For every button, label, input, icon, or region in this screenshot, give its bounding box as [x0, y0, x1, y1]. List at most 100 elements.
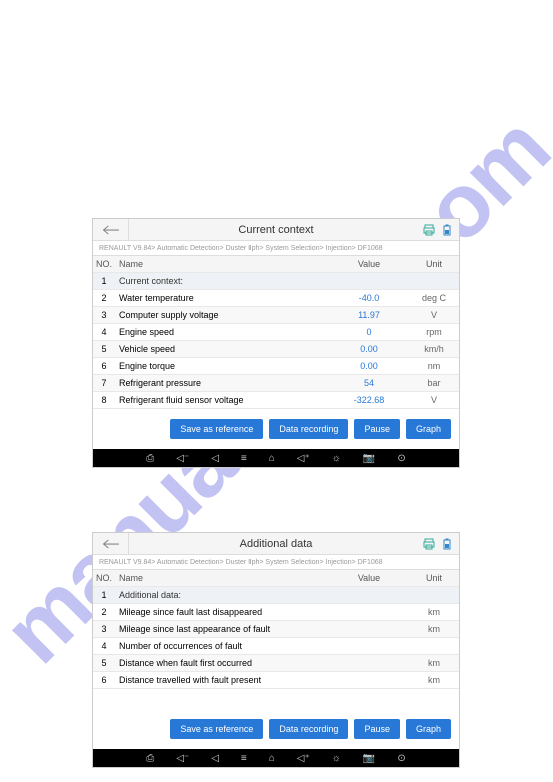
row-name: Distance when fault first occurred [115, 658, 329, 668]
row-no: 4 [93, 641, 115, 651]
header-bar: Additional data [93, 533, 459, 555]
android-navbar: ⎙ ◁⁻ ◁ ≡ ⌂ ◁⁺ ☼ 📷 ⊙ [93, 749, 459, 767]
row-value: 0 [329, 327, 409, 337]
row-name: Engine speed [115, 327, 329, 337]
table-row[interactable]: 5Distance when fault first occurredkm [93, 655, 459, 672]
table-row[interactable]: 2Mileage since fault last disappearedkm [93, 604, 459, 621]
header-icons [423, 538, 453, 550]
volume-down-icon[interactable]: ◁⁻ [176, 753, 189, 764]
record-icon[interactable]: ⊙ [397, 453, 405, 464]
row-name: Distance travelled with fault present [115, 675, 329, 685]
nav-home-icon[interactable]: ⌂ [269, 453, 275, 464]
table-body: 1Current context:2Water temperature-40.0… [93, 273, 459, 409]
row-no: 3 [93, 624, 115, 634]
row-unit: bar [409, 378, 459, 388]
nav-recent-icon[interactable]: ≡ [241, 453, 247, 464]
row-name: Current context: [115, 276, 329, 286]
row-value: 0.00 [329, 344, 409, 354]
row-name: Number of occurrences of fault [115, 641, 329, 651]
back-button[interactable] [93, 533, 129, 555]
page-title: Additional data [93, 538, 459, 550]
back-icon [102, 225, 120, 235]
table-row[interactable]: 7Refrigerant pressure54bar [93, 375, 459, 392]
row-no: 1 [93, 590, 115, 600]
pause-button[interactable]: Pause [354, 419, 400, 439]
page-title: Current context [93, 224, 459, 236]
col-value-header: Value [329, 573, 409, 583]
nav-back-icon[interactable]: ◁ [211, 453, 219, 464]
col-unit-header: Unit [409, 573, 459, 583]
row-unit: km [409, 675, 459, 685]
action-buttons: Save as reference Data recording Pause G… [93, 409, 459, 449]
volume-up-icon[interactable]: ◁⁺ [297, 753, 310, 764]
camera-icon[interactable]: 📷 [363, 753, 375, 764]
col-no-header: NO. [93, 259, 115, 269]
row-no: 2 [93, 293, 115, 303]
screenshot-icon[interactable]: ⎙ [146, 453, 154, 464]
row-name: Mileage since fault last disappeared [115, 607, 329, 617]
action-buttons: Save as reference Data recording Pause G… [93, 709, 459, 749]
col-name-header: Name [115, 259, 329, 269]
table-row[interactable]: 3Computer supply voltage11.97V [93, 307, 459, 324]
nav-recent-icon[interactable]: ≡ [241, 753, 247, 764]
row-no: 3 [93, 310, 115, 320]
current-context-screen: Current context RENAULT V9.84> Automatic… [92, 218, 460, 468]
table-header: NO. Name Value Unit [93, 256, 459, 273]
col-name-header: Name [115, 573, 329, 583]
screenshot-icon[interactable]: ⎙ [146, 753, 154, 764]
row-unit: rpm [409, 327, 459, 337]
pause-button[interactable]: Pause [354, 719, 400, 739]
data-recording-button[interactable]: Data recording [269, 719, 348, 739]
save-reference-button[interactable]: Save as reference [170, 719, 263, 739]
col-no-header: NO. [93, 573, 115, 583]
row-value: -322.68 [329, 395, 409, 405]
row-value: 0.00 [329, 361, 409, 371]
row-name: Vehicle speed [115, 344, 329, 354]
table-body: 1Additional data:2Mileage since fault la… [93, 587, 459, 709]
row-no: 6 [93, 675, 115, 685]
volume-down-icon[interactable]: ◁⁻ [176, 453, 189, 464]
nav-home-icon[interactable]: ⌂ [269, 753, 275, 764]
back-button[interactable] [93, 219, 129, 241]
save-reference-button[interactable]: Save as reference [170, 419, 263, 439]
table-row[interactable]: 5Vehicle speed0.00km/h [93, 341, 459, 358]
nav-back-icon[interactable]: ◁ [211, 753, 219, 764]
brightness-icon[interactable]: ☼ [332, 453, 341, 464]
battery-icon[interactable] [441, 538, 453, 550]
android-navbar: ⎙ ◁⁻ ◁ ≡ ⌂ ◁⁺ ☼ 📷 ⊙ [93, 449, 459, 467]
table-row[interactable]: 8Refrigerant fluid sensor voltage-322.68… [93, 392, 459, 409]
row-no: 7 [93, 378, 115, 388]
row-no: 6 [93, 361, 115, 371]
row-name: Water temperature [115, 293, 329, 303]
camera-icon[interactable]: 📷 [363, 453, 375, 464]
table-row[interactable]: 2Water temperature-40.0deg C [93, 290, 459, 307]
row-name: Refrigerant pressure [115, 378, 329, 388]
table-row[interactable]: 1Additional data: [93, 587, 459, 604]
row-unit: km [409, 624, 459, 634]
volume-up-icon[interactable]: ◁⁺ [297, 453, 310, 464]
print-icon[interactable] [423, 538, 435, 550]
row-name: Refrigerant fluid sensor voltage [115, 395, 329, 405]
print-icon[interactable] [423, 224, 435, 236]
row-no: 2 [93, 607, 115, 617]
table-row[interactable]: 1Current context: [93, 273, 459, 290]
row-name: Engine torque [115, 361, 329, 371]
header-icons [423, 224, 453, 236]
header-bar: Current context [93, 219, 459, 241]
graph-button[interactable]: Graph [406, 419, 451, 439]
row-value: -40.0 [329, 293, 409, 303]
table-row[interactable]: 3Mileage since last appearance of faultk… [93, 621, 459, 638]
table-row[interactable]: 4Number of occurrences of fault [93, 638, 459, 655]
table-row[interactable]: 4Engine speed0rpm [93, 324, 459, 341]
battery-icon[interactable] [441, 224, 453, 236]
breadcrumb: RENAULT V9.84> Automatic Detection> Dust… [93, 241, 459, 256]
record-icon[interactable]: ⊙ [397, 753, 405, 764]
table-row[interactable]: 6Engine torque0.00nm [93, 358, 459, 375]
brightness-icon[interactable]: ☼ [332, 753, 341, 764]
row-no: 1 [93, 276, 115, 286]
table-row[interactable]: 6Distance travelled with fault present km [93, 672, 459, 689]
data-recording-button[interactable]: Data recording [269, 419, 348, 439]
row-name: Computer supply voltage [115, 310, 329, 320]
table-header: NO. Name Value Unit [93, 570, 459, 587]
graph-button[interactable]: Graph [406, 719, 451, 739]
